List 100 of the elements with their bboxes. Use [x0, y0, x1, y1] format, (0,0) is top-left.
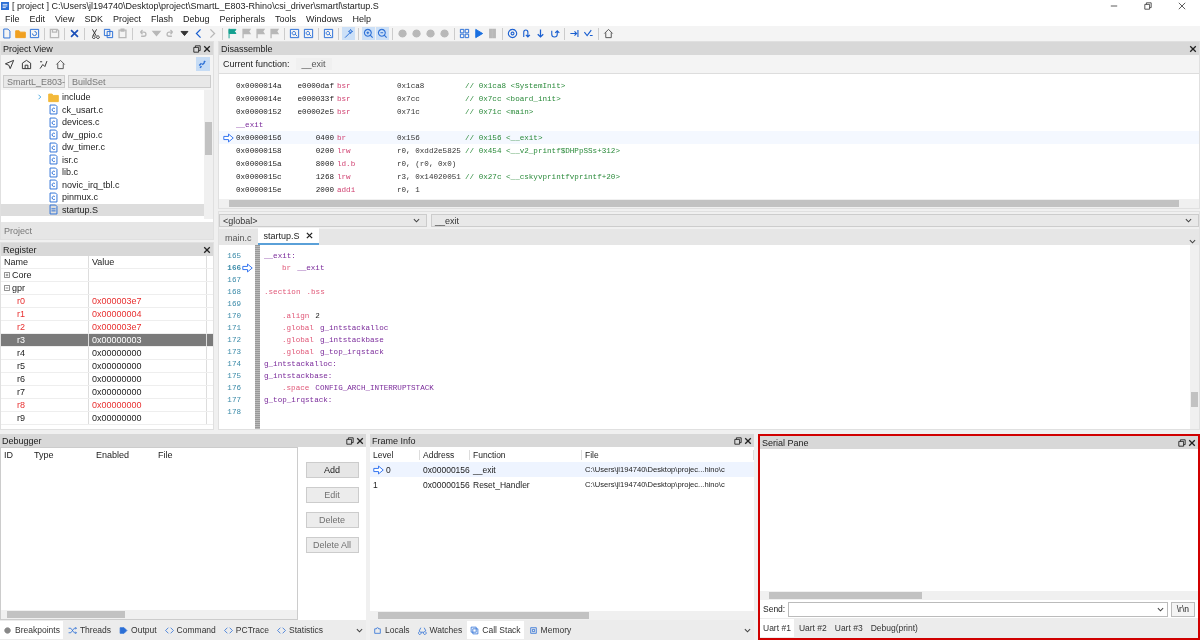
grid-icon[interactable]: [459, 28, 470, 39]
view-dropdown[interactable]: Project: [1, 222, 213, 239]
register-group[interactable]: Core: [1, 269, 89, 281]
build-target-dropdown[interactable]: SmartL_E803-: [3, 75, 65, 88]
panel-tab[interactable]: Command: [161, 621, 219, 639]
panel-tab[interactable]: Memory: [525, 621, 575, 639]
close-icon[interactable]: [203, 245, 211, 254]
caret-icon[interactable]: [179, 28, 190, 39]
file-tree-item[interactable]: include: [1, 91, 204, 104]
minimize-icon[interactable]: [1110, 2, 1118, 10]
panel-tab[interactable]: PCTrace: [220, 621, 273, 639]
panel-tab[interactable]: Statistics: [274, 621, 327, 639]
zoom-out-icon[interactable]: [377, 28, 388, 39]
file-tree-item[interactable]: ck_usart.c: [1, 103, 204, 116]
file-tab[interactable]: startup.S: [257, 228, 319, 245]
float-icon[interactable]: [1178, 438, 1186, 447]
menu-item[interactable]: Peripherals: [214, 14, 270, 24]
function-dropdown[interactable]: __exit: [431, 214, 1199, 227]
menu-item[interactable]: View: [50, 14, 80, 24]
close-icon[interactable]: [356, 436, 364, 445]
menu-item[interactable]: Edit: [24, 14, 51, 24]
search-icon[interactable]: [303, 28, 314, 39]
action-button[interactable]: Add: [305, 462, 359, 478]
menu-item[interactable]: Debug: [177, 14, 215, 24]
building-icon[interactable]: [21, 58, 32, 70]
file-tree-item[interactable]: startup.S: [1, 203, 204, 216]
scrollbar[interactable]: [1190, 245, 1199, 429]
target-icon[interactable]: [507, 28, 518, 39]
panel-tab[interactable]: Watches: [414, 621, 466, 639]
zoom-in-icon[interactable]: [363, 28, 374, 39]
folder-icon[interactable]: [15, 28, 26, 39]
menu-item[interactable]: Help: [347, 14, 377, 24]
panel-tab[interactable]: Locals: [370, 621, 413, 639]
curved-arrow-icon[interactable]: [549, 28, 560, 39]
panel-tab[interactable]: Output: [116, 621, 160, 639]
panel-tab[interactable]: Breakpoints: [0, 621, 63, 639]
new-file-icon[interactable]: [1, 28, 12, 39]
close-icon[interactable]: [744, 436, 752, 445]
collapse-icon[interactable]: [4, 285, 10, 291]
scope-dropdown[interactable]: <global>: [219, 214, 427, 227]
expand-chevron-icon[interactable]: [37, 94, 43, 101]
line-ending-dropdown[interactable]: \r\n: [1170, 601, 1195, 617]
close-icon[interactable]: [1189, 44, 1197, 53]
close-icon[interactable]: [1178, 2, 1186, 10]
home-icon[interactable]: [603, 28, 614, 39]
uart-tab[interactable]: Uart #1: [760, 619, 794, 637]
close-icon[interactable]: [69, 28, 80, 39]
uart-tab[interactable]: Uart #3: [831, 619, 866, 637]
file-tree-item[interactable]: dw_gpio.c: [1, 128, 204, 141]
buildset-dropdown[interactable]: BuildSet: [68, 75, 211, 88]
caret-icon[interactable]: [413, 217, 420, 224]
panel-tab[interactable]: Threads: [64, 621, 115, 639]
menu-item[interactable]: SDK: [79, 14, 108, 24]
file-tree-item[interactable]: devices.c: [1, 116, 204, 129]
close-icon[interactable]: [305, 232, 313, 239]
close-icon[interactable]: [1188, 438, 1196, 447]
navigation-arrow-icon[interactable]: [4, 58, 15, 70]
flag-icon[interactable]: [227, 28, 238, 39]
search-icon[interactable]: [323, 28, 334, 39]
scrollbar[interactable]: [760, 591, 1198, 600]
caret-icon[interactable]: [356, 626, 363, 634]
file-tree-item[interactable]: pinmux.c: [1, 191, 204, 204]
copy-icon[interactable]: [103, 28, 114, 39]
register-group[interactable]: gpr: [1, 282, 89, 294]
file-tree-item[interactable]: lib.c: [1, 166, 204, 179]
panel-tab[interactable]: Call Stack: [467, 621, 524, 639]
play-icon[interactable]: [473, 28, 484, 39]
file-tab[interactable]: main.c: [219, 230, 258, 245]
uart-tab[interactable]: Uart #2: [795, 619, 830, 637]
restore-icon[interactable]: [1144, 2, 1152, 10]
uart-tab[interactable]: Debug(print): [867, 619, 921, 637]
file-tree-item[interactable]: dw_timer.c: [1, 141, 204, 154]
home-icon[interactable]: [55, 58, 66, 70]
file-tree-item[interactable]: isr.c: [1, 153, 204, 166]
caret-icon[interactable]: [1185, 217, 1192, 224]
search-icon[interactable]: [289, 28, 300, 39]
down-arrow-icon[interactable]: [535, 28, 546, 39]
float-icon[interactable]: [346, 436, 354, 445]
cut-icon[interactable]: [89, 28, 100, 39]
caret-icon[interactable]: [1156, 605, 1164, 613]
menu-item[interactable]: Tools: [270, 14, 301, 24]
menu-item[interactable]: Windows: [301, 14, 348, 24]
arrow-icon[interactable]: [583, 28, 594, 39]
file-tree-item[interactable]: novic_irq_tbl.c: [1, 178, 204, 191]
caret-icon[interactable]: [744, 626, 751, 634]
caret-icon[interactable]: [1189, 238, 1196, 245]
menu-item[interactable]: File: [0, 14, 25, 24]
arrow-icon[interactable]: [569, 28, 580, 39]
menu-item[interactable]: Flash: [145, 14, 178, 24]
scrollbar[interactable]: [204, 90, 213, 219]
float-icon[interactable]: [734, 436, 742, 445]
refresh-icon[interactable]: [29, 28, 40, 39]
menu-item[interactable]: Project: [107, 14, 146, 24]
curved-arrow-icon[interactable]: [521, 28, 532, 39]
expand-icon[interactable]: [4, 272, 10, 278]
close-icon[interactable]: [203, 44, 211, 53]
scrollbar[interactable]: [1, 610, 297, 619]
scrollbar[interactable]: [219, 199, 1199, 208]
float-icon[interactable]: [193, 44, 201, 53]
wand-icon[interactable]: [343, 28, 354, 39]
